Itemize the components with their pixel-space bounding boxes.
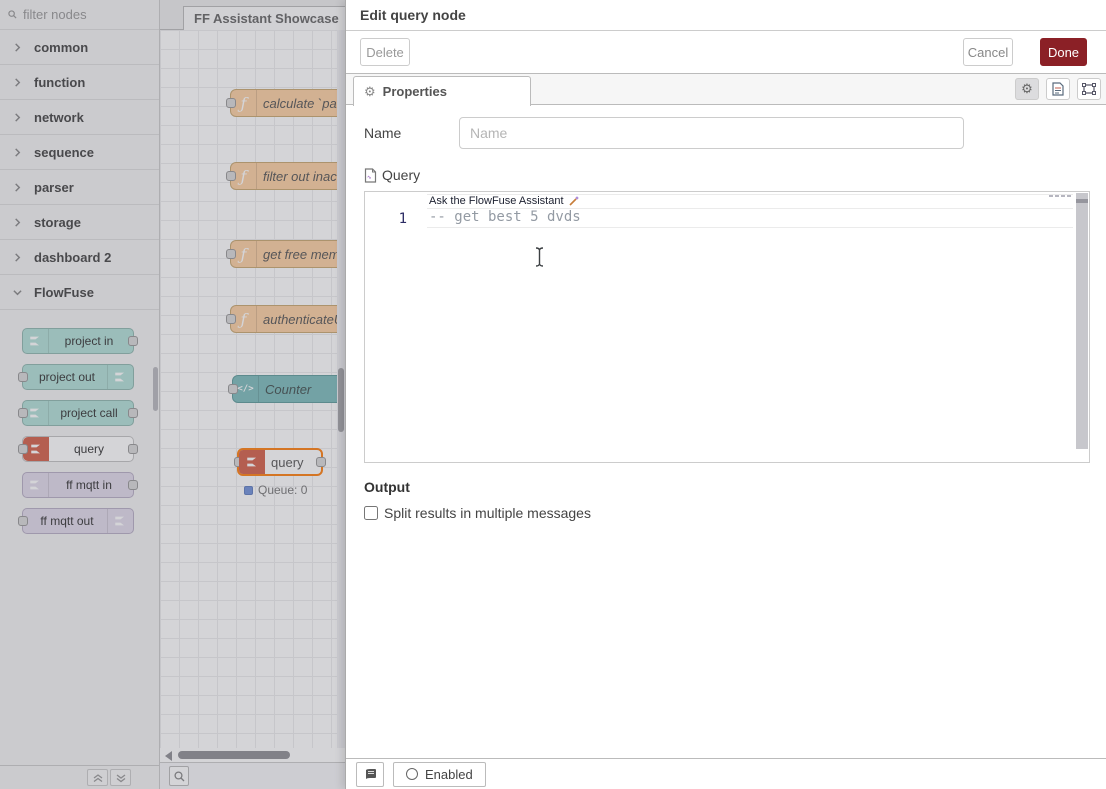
tray-footer: Enabled: [346, 758, 1106, 789]
edit-node-tray: Edit query node Delete Cancel Done ⚙ Pro…: [345, 0, 1106, 789]
name-input[interactable]: [459, 117, 964, 149]
query-label: Query: [382, 167, 420, 183]
tab-properties[interactable]: ⚙ Properties: [353, 76, 531, 106]
editor-scrollbar[interactable]: [1076, 193, 1088, 449]
split-results-row: Split results in multiple messages: [364, 505, 1089, 521]
code-line-1: -- get best 5 dvds: [429, 209, 581, 225]
appearance-view-button[interactable]: [1077, 78, 1101, 100]
node-help-button[interactable]: [356, 762, 384, 787]
tray-tab-buttons: ⚙: [1015, 78, 1101, 100]
toggle-circle-icon: [406, 768, 418, 780]
editor-hairline: [427, 227, 1073, 228]
assistant-hint[interactable]: Ask the FlowFuse Assistant: [429, 195, 580, 207]
properties-view-button[interactable]: ⚙: [1015, 78, 1039, 100]
output-heading: Output: [364, 479, 1089, 495]
tray-header: Edit query node: [346, 0, 1106, 31]
tray-title: Edit query node: [360, 7, 466, 23]
name-form-row: Name: [364, 117, 1089, 149]
book-icon: [364, 768, 377, 780]
tray-toolbar: Delete Cancel Done: [346, 31, 1106, 74]
toolbar-right-group: Cancel Done: [963, 38, 1087, 66]
gear-icon: ⚙: [364, 84, 376, 100]
description-view-button[interactable]: [1046, 78, 1070, 100]
tray-tab-row: ⚙ Properties ⚙: [346, 74, 1106, 105]
tab-properties-label: Properties: [383, 84, 447, 99]
split-results-label: Split results in multiple messages: [384, 505, 591, 521]
object-group-icon: [1082, 83, 1096, 95]
magic-wand-icon: [568, 195, 580, 207]
sql-file-icon: ∿: [364, 168, 377, 183]
delete-button[interactable]: Delete: [360, 38, 410, 66]
editor-shade-overlay: [0, 0, 345, 789]
enabled-toggle-button[interactable]: Enabled: [393, 762, 486, 787]
sql-code-editor[interactable]: Ask the FlowFuse Assistant 1 -- get best…: [364, 191, 1090, 463]
cancel-button[interactable]: Cancel: [963, 38, 1013, 66]
tray-body: Name ∿ Query Ask the FlowFuse Assistant …: [346, 105, 1106, 758]
node-red-editor: common function network sequence parser …: [0, 0, 1106, 789]
done-button[interactable]: Done: [1040, 38, 1087, 66]
line-number: 1: [393, 211, 407, 227]
document-icon: [1052, 82, 1064, 96]
name-label: Name: [364, 125, 459, 141]
scrollbar-thumb[interactable]: [1076, 199, 1088, 203]
assistant-hint-text: Ask the FlowFuse Assistant: [429, 195, 564, 207]
gear-icon: ⚙: [1021, 81, 1033, 97]
enabled-label: Enabled: [425, 767, 473, 782]
svg-text:∿: ∿: [367, 175, 372, 181]
split-results-checkbox[interactable]: [364, 506, 378, 520]
query-label-row: ∿ Query: [364, 165, 1089, 185]
editor-minimap[interactable]: [1049, 195, 1071, 197]
